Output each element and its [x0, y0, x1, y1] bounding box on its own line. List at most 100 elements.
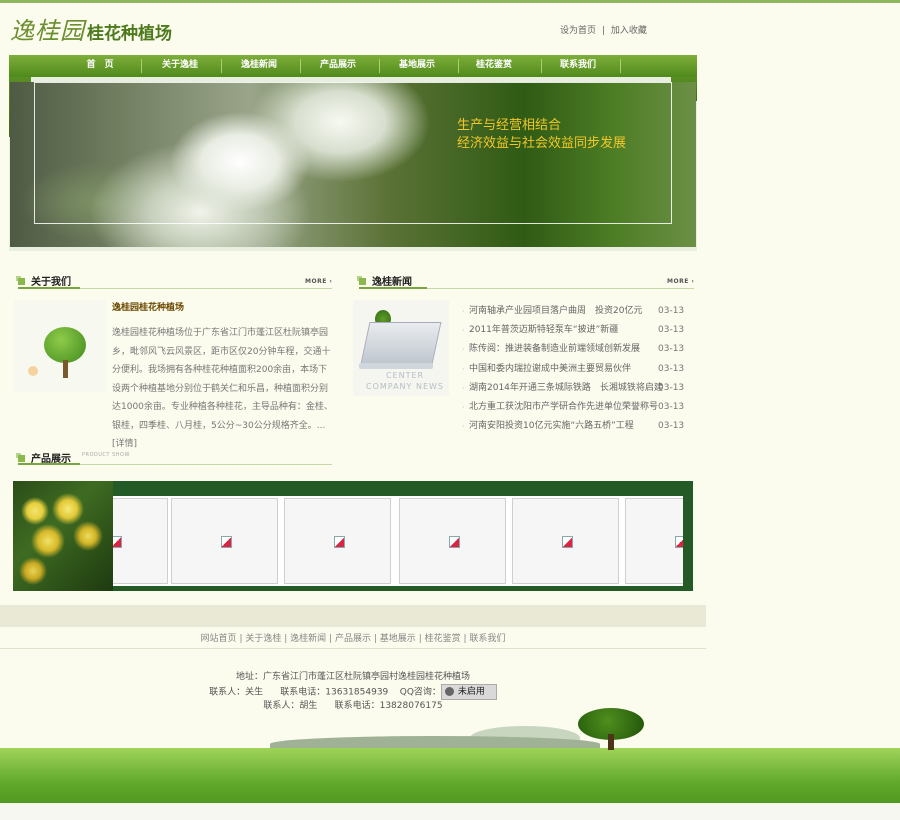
lone-tree-trunk — [608, 734, 614, 750]
slogan-line-1: 生产与经营相结合 — [457, 118, 562, 133]
footer-address: 地址：广东省江门市蓬江区杜阮镇亭园村逸桂园桂花种植场 — [235, 672, 470, 682]
nav-item-appreciation[interactable]: 桂花鉴赏 — [459, 55, 529, 77]
about-detail-link[interactable]: [详情] — [112, 439, 137, 449]
nav-divider — [141, 59, 142, 73]
news-item: · 2011年普茨迈斯特轻泵车“披进”新疆 03-13 — [462, 321, 692, 340]
footer-separator: | — [418, 634, 422, 644]
child-figure-icon — [28, 366, 38, 376]
nav-divider — [620, 59, 621, 73]
news-item-date: 03-13 — [658, 382, 685, 393]
nav-item-home[interactable]: 首 页 — [65, 55, 135, 77]
news-item-title[interactable]: 河南安阳投资10亿元实施“六路五桥”工程 — [469, 417, 634, 436]
news-item: · 河南安阳投资10亿元实施“六路五桥”工程 03-13 — [462, 417, 692, 436]
banner-frame — [34, 82, 672, 224]
set-home-link[interactable]: 设为首页 — [560, 26, 596, 36]
footer-divider — [0, 648, 706, 649]
nav-item-contact[interactable]: 联系我们 — [543, 55, 613, 77]
top-links-separator: | — [601, 26, 605, 36]
broken-image-icon — [113, 536, 122, 548]
news-item-title[interactable]: 湖南2014年开通三条城际铁路 长湘城铁将启建 — [469, 379, 663, 398]
banner-slogan: 生产与经营相结合 经济效益与社会效益同步发展 — [457, 117, 626, 153]
news-item-title[interactable]: 北方重工获沈阳市产学研合作先进单位荣誉称号 — [469, 398, 658, 417]
news-item-date: 03-13 — [658, 325, 685, 336]
news-item: · 河南轴承产业园项目落户曲周 投资20亿元 03-13 — [462, 302, 692, 321]
about-section-title: 关于我们 — [18, 273, 71, 288]
news-item-title[interactable]: 河南轴承产业园项目落户曲周 投资20亿元 — [469, 302, 642, 321]
top-accent-line — [0, 0, 900, 3]
news-more-link[interactable]: MORE › — [667, 278, 694, 285]
slogan-line-2: 经济效益与社会效益同步发展 — [457, 136, 627, 151]
product-scroller[interactable] — [113, 496, 683, 586]
footer-separator: | — [329, 634, 333, 644]
grass-landscape — [0, 700, 900, 820]
broken-image-icon — [333, 536, 345, 548]
contact-phone-1: 联系电话：13631854939 — [280, 687, 389, 698]
about-more-link[interactable]: MORE › — [305, 278, 332, 285]
broken-image-icon — [561, 536, 573, 548]
nav-divider — [300, 59, 301, 73]
product-thumbnail[interactable] — [284, 498, 391, 584]
nav-divider — [541, 59, 542, 73]
news-item-title[interactable]: 2011年普茨迈斯特轻泵车“披进”新疆 — [469, 321, 618, 340]
news-title-underline — [359, 287, 427, 289]
bullet-icon: · — [462, 383, 465, 393]
bullet-icon: · — [462, 326, 465, 336]
nav-item-news[interactable]: 逸桂新闻 — [224, 55, 294, 77]
logo-text: 桂花种植场 — [87, 24, 172, 44]
products-title-rule — [80, 464, 332, 465]
section-bullet-icon — [18, 277, 25, 285]
footer-separator: | — [284, 634, 288, 644]
news-more-text: MORE — [667, 278, 689, 285]
tree-trunk — [63, 360, 68, 378]
add-favorite-link[interactable]: 加入收藏 — [611, 26, 647, 36]
news-title-rule — [427, 288, 694, 289]
product-thumbnail[interactable] — [171, 498, 278, 584]
nav-item-products[interactable]: 产品展示 — [303, 55, 373, 77]
bullet-icon: · — [462, 402, 465, 412]
contact-person-1: 联系人：关生 — [209, 687, 264, 698]
footer-link-appreciation[interactable]: 桂花鉴赏 — [425, 634, 461, 644]
about-image — [14, 300, 106, 392]
footer-link-news[interactable]: 逸桂新闻 — [290, 634, 326, 644]
news-item: · 北方重工获沈阳市产学研合作先进单位荣誉称号 03-13 — [462, 398, 692, 417]
product-thumbnail[interactable] — [113, 498, 168, 584]
tree-icon — [44, 327, 86, 363]
nav-item-about[interactable]: 关于逸桂 — [145, 55, 215, 77]
news-list: · 河南轴承产业园项目落户曲周 投资20亿元 03-13 · 2011年普茨迈斯特轻泵… — [462, 302, 692, 436]
footer-link-contact[interactable]: 联系我们 — [469, 634, 505, 644]
bullet-icon: · — [462, 364, 465, 374]
footer-link-about[interactable]: 关于逸桂 — [245, 634, 281, 644]
main-nav: 首 页 关于逸桂 逸桂新闻 产品展示 基地展示 桂花鉴赏 联系我们 — [9, 55, 697, 77]
site-logo[interactable]: 逸桂园 桂花种植场 — [10, 10, 172, 46]
product-thumbnail[interactable] — [625, 498, 683, 584]
laptop-icon — [360, 322, 442, 364]
news-item-date: 03-13 — [658, 306, 685, 316]
top-links: 设为首页 | 加入收藏 — [560, 23, 647, 36]
nav-item-base[interactable]: 基地展示 — [382, 55, 452, 77]
about-description-text: 逸桂园桂花种植场位于广东省江门市蓬江区杜阮镇亭园乡，毗邻风飞云风景区，距市区仅2… — [112, 328, 333, 431]
news-section-title: 逸桂新闻 — [359, 273, 412, 288]
news-item: · 陈传阅：推进装备制造业前端领域创新发展 03-13 — [462, 340, 692, 359]
product-showcase — [13, 481, 693, 591]
footer-band — [0, 605, 706, 627]
bullet-icon: · — [462, 345, 465, 355]
footer-link-home[interactable]: 网站首页 — [201, 634, 237, 644]
header-banner-area: 首 页 关于逸桂 逸桂新闻 产品展示 基地展示 桂花鉴赏 联系我们 生产与经营相… — [9, 55, 697, 251]
section-bullet-icon — [18, 454, 25, 462]
product-thumbnail[interactable] — [399, 498, 506, 584]
about-more-text: MORE — [305, 278, 327, 285]
logo-calligraphy: 逸桂园 — [10, 17, 85, 45]
footer-link-products[interactable]: 产品展示 — [335, 634, 371, 644]
footer-link-base[interactable]: 基地展示 — [380, 634, 416, 644]
news-item-title[interactable]: 中国和委内瑞拉谢成中美洲主要贸易伙伴 — [469, 360, 631, 379]
product-thumbnail[interactable] — [512, 498, 619, 584]
laptop-base — [359, 363, 433, 369]
about-title-rule — [80, 288, 332, 289]
news-item-title[interactable]: 陈传阅：推进装备制造业前端领域创新发展 — [469, 340, 640, 359]
news-item: · 中国和委内瑞拉谢成中美洲主要贸易伙伴 03-13 — [462, 360, 692, 379]
news-caption-line-2: COMPANY NEWS — [365, 382, 444, 391]
about-description: 逸桂园桂花种植场位于广东省江门市蓬江区杜阮镇亭园乡，毗邻风飞云风景区，距市区仅2… — [112, 324, 334, 454]
broken-image-icon — [448, 536, 460, 548]
section-bullet-icon — [359, 277, 366, 285]
news-item: · 湖南2014年开通三条城际铁路 长湘城铁将启建 03-13 — [462, 379, 692, 398]
